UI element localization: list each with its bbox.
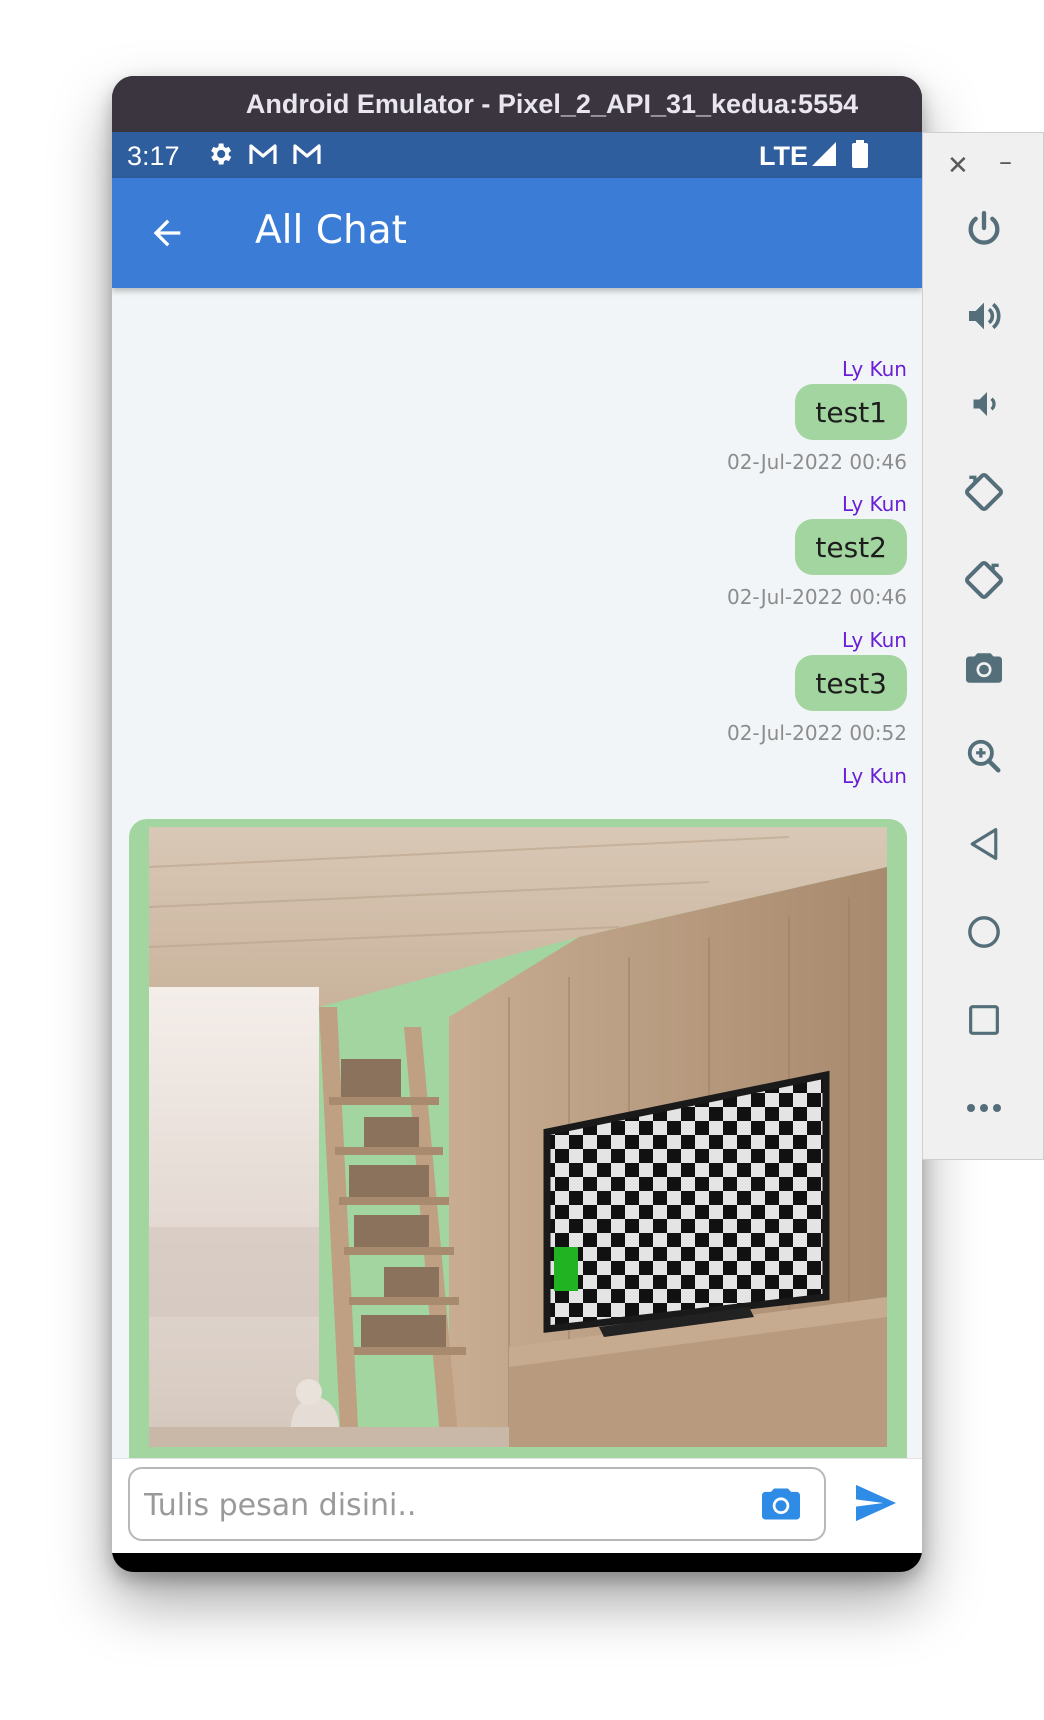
system-nav-bar [112, 1553, 922, 1572]
message-text: test3 [815, 666, 887, 700]
battery-icon [852, 140, 868, 175]
app-bar: All Chat [112, 178, 922, 288]
message-timestamp: 02-Jul-2022 00:46 [726, 585, 907, 609]
sender-name: Ly Kun [842, 492, 907, 516]
volume-down-icon[interactable] [961, 381, 1007, 427]
signal-icon [812, 142, 838, 173]
message-timestamp: 02-Jul-2022 00:52 [726, 721, 907, 745]
rotate-right-icon[interactable] [961, 557, 1007, 603]
camera-icon[interactable] [760, 1485, 802, 1527]
power-icon[interactable] [961, 205, 1007, 251]
chat-image[interactable] [149, 827, 887, 1447]
sender-name: Ly Kun [842, 764, 907, 788]
rotate-left-icon[interactable] [961, 469, 1007, 515]
phone-screen: 3:17 LTE All Chat Ly Kun test1 02-Jul-20… [112, 132, 922, 1572]
send-icon[interactable] [854, 1483, 898, 1527]
screenshot-camera-icon[interactable] [961, 645, 1007, 691]
zoom-icon[interactable] [961, 733, 1007, 779]
message-bubble[interactable]: test2 [795, 519, 907, 575]
image-message-bubble[interactable] [129, 819, 907, 1479]
message-text: test1 [815, 395, 887, 429]
message-timestamp: 02-Jul-2022 00:46 [726, 450, 907, 474]
status-time: 3:17 [127, 141, 180, 171]
status-bar: 3:17 LTE [112, 132, 922, 178]
sender-name: Ly Kun [842, 357, 907, 381]
sender-name: Ly Kun [842, 628, 907, 652]
gmail-icon [292, 140, 322, 175]
message-bubble[interactable]: test1 [795, 384, 907, 440]
emulator-title-bar[interactable]: Android Emulator - Pixel_2_API_31_kedua:… [112, 76, 922, 132]
minimize-icon[interactable]: – [999, 147, 1012, 177]
message-text: test2 [815, 530, 887, 564]
emulator-toolbar: ✕ – [922, 132, 1044, 1160]
volume-up-icon[interactable] [961, 293, 1007, 339]
message-composer [112, 1458, 922, 1553]
back-icon[interactable] [961, 821, 1007, 867]
overview-icon[interactable] [961, 997, 1007, 1043]
message-bubble[interactable]: test3 [795, 655, 907, 711]
emulator-title: Android Emulator - Pixel_2_API_31_kedua:… [245, 88, 859, 119]
gear-icon [206, 140, 234, 175]
message-input[interactable] [142, 1477, 746, 1533]
network-type: LTE [759, 141, 808, 171]
gmail-icon [248, 140, 278, 175]
home-icon[interactable] [961, 909, 1007, 955]
emulator-window: Android Emulator - Pixel_2_API_31_kedua:… [112, 76, 922, 1572]
close-icon[interactable]: ✕ [947, 151, 969, 181]
more-icon[interactable] [961, 1085, 1007, 1131]
arrow-back-icon[interactable] [147, 213, 187, 257]
message-input-box[interactable] [128, 1467, 826, 1541]
page-title: All Chat [255, 208, 407, 253]
